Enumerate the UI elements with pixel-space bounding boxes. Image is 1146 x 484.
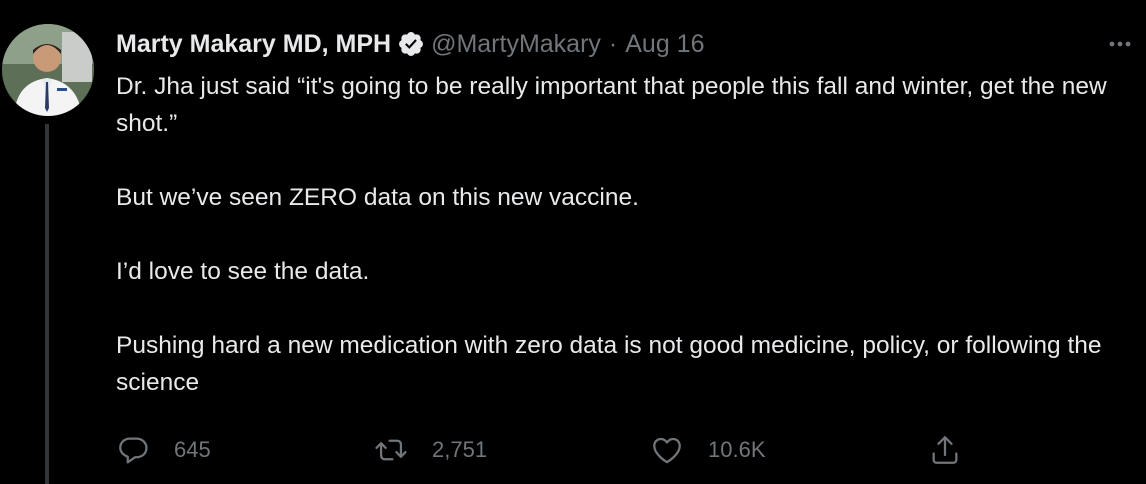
more-horizontal-icon — [1109, 41, 1131, 47]
tweet-date[interactable]: Aug 16 — [625, 30, 704, 59]
reply-icon — [119, 437, 148, 464]
avatar[interactable] — [2, 24, 94, 116]
reply-button[interactable]: 645 — [116, 430, 211, 470]
tweet-actions: 645 2,751 10.6K — [116, 430, 976, 470]
retweet-button[interactable]: 2,751 — [374, 430, 487, 470]
tweet-paragraph: Pushing hard a new medication with zero … — [116, 332, 1102, 396]
tweet-body: Dr. Jha just said “it's going to be real… — [116, 68, 1126, 401]
tweet-paragraph: Dr. Jha just said “it's going to be real… — [116, 73, 1107, 137]
tweet-paragraph: I’d love to see the data. — [116, 258, 370, 285]
tweet-paragraph: But we’ve seen ZERO data on this new vac… — [116, 184, 639, 211]
thread-connector-line — [45, 124, 49, 484]
tweet-header: Marty Makary MD, MPH @MartyMakary · Aug … — [116, 26, 705, 62]
more-options-button[interactable] — [1104, 28, 1136, 60]
author-name[interactable]: Marty Makary MD, MPH — [116, 30, 391, 59]
verified-badge-icon — [399, 32, 424, 56]
author-handle[interactable]: @MartyMakary — [431, 30, 601, 59]
avatar-photo — [2, 24, 94, 116]
like-button[interactable]: 10.6K — [650, 430, 766, 470]
retweet-count: 2,751 — [432, 437, 488, 462]
share-button[interactable] — [928, 430, 962, 470]
share-icon — [932, 436, 958, 464]
reply-count: 645 — [174, 437, 211, 462]
retweet-icon — [375, 439, 407, 461]
separator-dot: · — [608, 29, 618, 58]
like-count: 10.6K — [708, 437, 766, 462]
heart-icon — [653, 437, 681, 464]
